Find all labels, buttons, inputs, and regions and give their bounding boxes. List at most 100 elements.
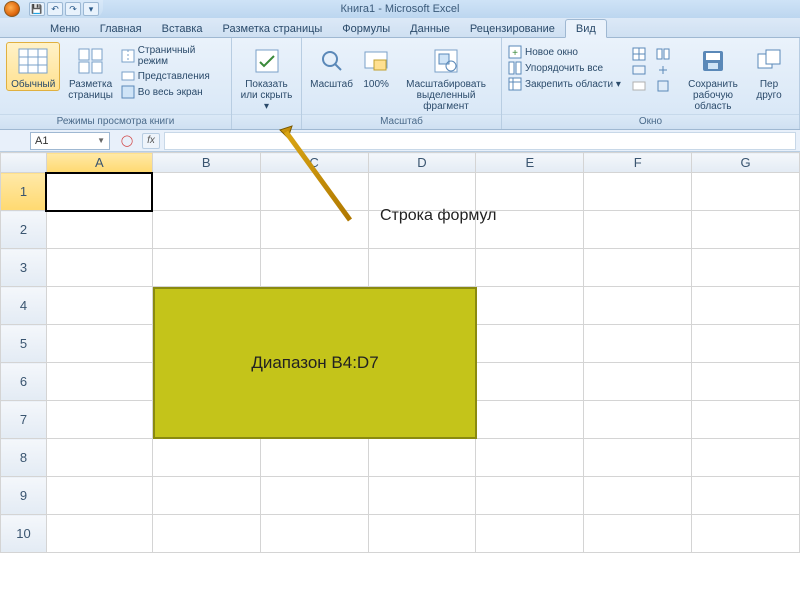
hide-button[interactable]	[632, 62, 652, 78]
col-header-D[interactable]: D	[368, 153, 476, 173]
cell[interactable]	[46, 477, 152, 515]
row-header-2[interactable]: 2	[1, 211, 47, 249]
cell[interactable]	[476, 515, 584, 553]
custom-views-button[interactable]: Представления	[121, 68, 225, 84]
qat-save-button[interactable]: 💾	[29, 2, 45, 16]
cell[interactable]	[584, 515, 692, 553]
cell[interactable]	[584, 325, 692, 363]
cell[interactable]	[476, 325, 584, 363]
cell[interactable]	[692, 211, 800, 249]
cell[interactable]	[46, 515, 152, 553]
row-header-1[interactable]: 1	[1, 173, 47, 211]
cell[interactable]	[46, 211, 152, 249]
col-header-G[interactable]: G	[692, 153, 800, 173]
tab-formulas[interactable]: Формулы	[332, 20, 400, 37]
cell[interactable]	[584, 401, 692, 439]
col-header-E[interactable]: E	[476, 153, 584, 173]
cell[interactable]	[584, 211, 692, 249]
tab-data[interactable]: Данные	[400, 20, 460, 37]
cell[interactable]	[692, 287, 800, 325]
cell[interactable]	[46, 287, 152, 325]
tab-view[interactable]: Вид	[565, 19, 607, 38]
cell[interactable]	[476, 363, 584, 401]
cell[interactable]	[152, 439, 260, 477]
cell[interactable]	[260, 477, 368, 515]
save-workspace-button[interactable]: Сохранить рабочую область	[678, 42, 748, 113]
cell[interactable]	[368, 477, 476, 515]
cell[interactable]	[692, 325, 800, 363]
tab-insert[interactable]: Вставка	[152, 20, 213, 37]
cell[interactable]	[368, 173, 476, 211]
cell[interactable]	[584, 477, 692, 515]
col-header-A[interactable]: A	[46, 153, 152, 173]
cancel-formula-button[interactable]: ◯	[118, 133, 136, 149]
cell[interactable]	[476, 249, 584, 287]
row-header-8[interactable]: 8	[1, 439, 47, 477]
switch-windows-button[interactable]: Пер друго	[752, 42, 786, 102]
qat-redo-button[interactable]: ↷	[65, 2, 81, 16]
select-all-corner[interactable]	[1, 153, 47, 173]
cell[interactable]	[368, 515, 476, 553]
page-break-preview-button[interactable]: Страничный режим	[121, 44, 225, 68]
cell[interactable]	[692, 249, 800, 287]
cell[interactable]	[476, 401, 584, 439]
col-header-F[interactable]: F	[584, 153, 692, 173]
row-header-5[interactable]: 5	[1, 325, 47, 363]
cell[interactable]	[152, 249, 260, 287]
cell[interactable]	[584, 249, 692, 287]
cell[interactable]	[46, 249, 152, 287]
cell[interactable]	[46, 401, 152, 439]
cell[interactable]	[476, 477, 584, 515]
cell[interactable]	[692, 363, 800, 401]
cell[interactable]	[476, 439, 584, 477]
arrange-all-button[interactable]: Упорядочить все	[508, 60, 628, 76]
row-header-10[interactable]: 10	[1, 515, 47, 553]
tab-home[interactable]: Главная	[90, 20, 152, 37]
zoom-button[interactable]: Масштаб	[308, 42, 355, 91]
cell[interactable]	[152, 515, 260, 553]
name-box[interactable]: A1 ▼	[30, 132, 110, 150]
row-header-9[interactable]: 9	[1, 477, 47, 515]
new-window-button[interactable]: + Новое окно	[508, 44, 628, 60]
cell-A1[interactable]	[46, 173, 152, 211]
cell[interactable]	[46, 363, 152, 401]
tab-menu[interactable]: Меню	[40, 20, 90, 37]
cell[interactable]	[46, 325, 152, 363]
view-side-button[interactable]	[656, 46, 674, 62]
reset-pos-button[interactable]	[656, 78, 674, 94]
cell[interactable]	[692, 439, 800, 477]
zoom-100-button[interactable]: 100%	[359, 42, 393, 91]
cell[interactable]	[476, 287, 584, 325]
cell[interactable]	[692, 515, 800, 553]
cell[interactable]	[368, 249, 476, 287]
cell[interactable]	[584, 173, 692, 211]
freeze-panes-button[interactable]: Закрепить области ▾	[508, 76, 628, 92]
insert-function-button[interactable]: fx	[142, 133, 160, 149]
qat-customize-button[interactable]: ▾	[83, 2, 99, 16]
tab-review[interactable]: Рецензирование	[460, 20, 565, 37]
row-header-3[interactable]: 3	[1, 249, 47, 287]
show-hide-button[interactable]: Показать или скрыть ▾	[238, 42, 295, 113]
sync-scroll-button[interactable]	[656, 62, 674, 78]
cell[interactable]	[260, 249, 368, 287]
view-page-layout-button[interactable]: Разметка страницы	[64, 42, 116, 102]
cell[interactable]	[260, 515, 368, 553]
cell[interactable]	[692, 401, 800, 439]
cell[interactable]	[260, 439, 368, 477]
cell[interactable]	[584, 287, 692, 325]
qat-undo-button[interactable]: ↶	[47, 2, 63, 16]
tab-layout[interactable]: Разметка страницы	[213, 20, 333, 37]
row-header-4[interactable]: 4	[1, 287, 47, 325]
cell[interactable]	[476, 173, 584, 211]
row-header-6[interactable]: 6	[1, 363, 47, 401]
cell[interactable]	[152, 477, 260, 515]
split-button[interactable]	[632, 46, 652, 62]
office-button[interactable]	[4, 1, 20, 17]
cell[interactable]	[584, 439, 692, 477]
cell[interactable]	[368, 439, 476, 477]
unhide-button[interactable]	[632, 78, 652, 94]
full-screen-button[interactable]: Во весь экран	[121, 84, 225, 100]
zoom-selection-button[interactable]: Масштабировать выделенный фрагмент	[397, 42, 495, 113]
row-header-7[interactable]: 7	[1, 401, 47, 439]
cell[interactable]	[584, 363, 692, 401]
